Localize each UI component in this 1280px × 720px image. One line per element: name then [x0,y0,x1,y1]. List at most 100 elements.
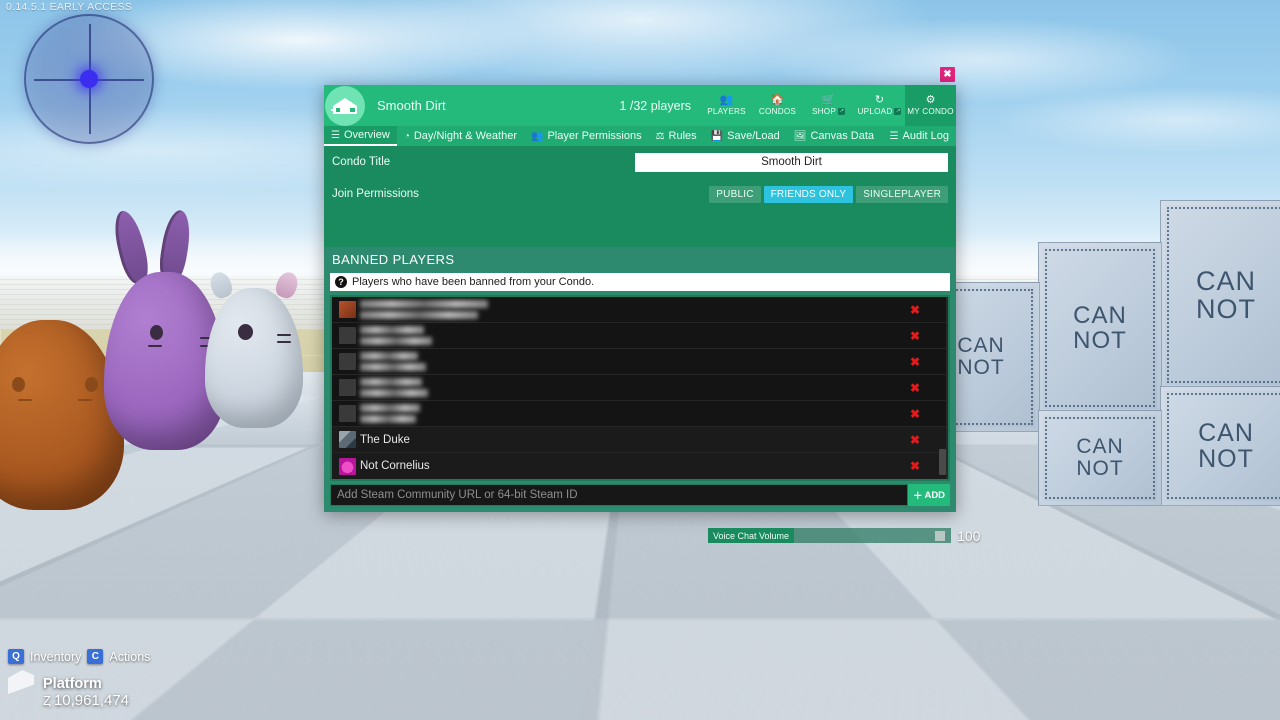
actions-label[interactable]: Actions [109,650,150,664]
avatar [339,379,356,396]
table-row[interactable]: ✖ [332,323,948,349]
delete-ban-button[interactable]: ✖ [910,304,920,316]
tab-player-permissions[interactable]: 👥 Player Permissions [524,126,649,146]
condo-title-input[interactable] [635,152,948,172]
voice-chat-volume-slider[interactable] [794,528,952,543]
block-line-2: NOT [957,356,1005,379]
table-row[interactable]: Not Cornelius ✖ [332,453,948,479]
nav-shop-label: SHOP ↗ [811,107,845,116]
list-scroll-track[interactable] [946,297,948,479]
voice-chat-volume-value: 100 [957,527,981,544]
inventory-label[interactable]: Inventory [30,650,81,664]
nav-my-condo-label: MY CONDO [907,107,954,116]
block-line-2: NOT [1073,327,1127,354]
redacted-name [360,378,428,397]
cannot-block: CAN NOT [1160,386,1280,506]
join-permission-friends-only[interactable]: FRIENDS ONLY [763,185,854,203]
redacted-name [360,326,432,345]
delete-ban-button[interactable]: ✖ [910,382,920,394]
actions-keycap[interactable]: C [87,649,104,664]
block-line-1: CAN [957,333,1005,357]
join-permissions-group: PUBLIC FRIENDS ONLY SINGLEPLAYER [709,185,948,203]
tab-overview[interactable]: ☰ Overview [324,126,397,146]
table-row[interactable]: The Duke ✖ [332,427,948,453]
tab-rules[interactable]: ⚖ Rules [649,126,704,146]
tab-save-load[interactable]: 💾 Save/Load [704,126,787,146]
tab-save-load-label: Save/Load [727,130,780,142]
nav-shop[interactable]: 🛒 SHOP ↗ [803,85,854,126]
condo-title-label: Condo Title [332,156,391,168]
redacted-name [360,352,426,371]
plus-icon: ＋ [912,491,923,502]
gear-icon: ⚙ [925,94,936,106]
tab-canvas-data[interactable]: 🖼 Canvas Data [787,126,881,146]
add-ban-button[interactable]: ＋ ADD [908,484,950,506]
join-permission-public[interactable]: PUBLIC [709,185,761,203]
nav-my-condo[interactable]: ⚙ MY CONDO [905,85,956,126]
delete-ban-button[interactable]: ✖ [910,408,920,420]
delete-ban-button[interactable]: ✖ [910,434,920,446]
tab-player-permissions-label: Player Permissions [547,130,642,142]
table-row[interactable]: ✖ [332,349,948,375]
tab-audit-log[interactable]: ☰ Audit Log [883,126,956,146]
tab-audit-log-label: Audit Log [902,130,949,142]
avatar [339,327,356,344]
tab-day-night-label: Day/Night & Weather [413,130,517,142]
price-value: 10,961,474 [53,691,130,709]
banned-help-text: Players who have been banned from your C… [352,276,595,288]
block-line-1: CAN [1198,418,1254,447]
banned-list-wrapper[interactable]: ✖ ✖ ✖ ✖ ✖ The Duke ✖ Not Cornelius ✖ [324,295,956,481]
version-label: 0.14.5.1 EARLY ACCESS [6,1,133,13]
banned-list: ✖ ✖ ✖ ✖ ✖ The Duke ✖ Not Cornelius ✖ [330,295,950,481]
add-ban-strip: ＋ ADD [324,481,956,512]
table-row[interactable]: ✖ [332,297,948,323]
banned-help-box: ? Players who have been banned from your… [330,273,950,291]
list-scrollbar-thumb[interactable] [939,449,946,475]
block-line-1: CAN [1073,301,1127,329]
list-icon: ☰ [889,130,899,142]
inventory-keycap[interactable]: Q [8,649,24,664]
delete-ban-button[interactable]: ✖ [910,330,920,342]
table-row[interactable]: ✖ [332,401,948,427]
close-icon[interactable]: ✖ [940,67,955,82]
block-line-2: NOT [1198,445,1254,473]
floppy-icon: 💾 [710,130,724,142]
nav-players[interactable]: 👥 PLAYERS [701,85,752,126]
list-icon: ☰ [331,129,340,141]
tab-overview-label: Overview [343,129,390,141]
condo-settings-panel: Smooth Dirt 1 /32 players 👥 PLAYERS 🏠 CO… [324,85,956,512]
block-line-1: CAN [1195,265,1256,296]
slider-thumb[interactable] [935,531,946,541]
cart-icon: 🛒 [821,94,836,106]
delete-ban-button[interactable]: ✖ [910,460,920,472]
scales-icon: ⚖ [655,130,665,142]
cannot-block: CAN NOT [1038,242,1162,414]
nav-upload[interactable]: ↻ UPLOAD ↗ [854,85,905,126]
banned-players-header: BANNED PLAYERS [324,247,956,273]
redacted-name [360,300,488,319]
tab-day-night-weather[interactable]: ◔ Day/Night & Weather [397,126,524,146]
avatar [339,301,356,318]
voice-chat-volume-label: Voice Chat Volume [708,528,795,543]
held-item-price: Ȥ 10,961,474 [43,692,129,709]
condo-title-row: Condo Title [324,146,956,178]
external-link-icon: ↗ [838,108,845,115]
upload-icon: ↻ [874,94,885,106]
banned-player-name: Not Cornelius [360,460,430,472]
avatar [339,457,356,475]
currency-icon: Ȥ [43,692,51,708]
question-icon: ? [335,276,347,288]
nav-condos[interactable]: 🏠 CONDOS [752,85,803,126]
avatar [339,353,356,370]
platform-item-icon [8,670,34,714]
delete-ban-button[interactable]: ✖ [910,356,920,368]
join-permission-singleplayer[interactable]: SINGLEPLAYER [856,185,948,203]
external-link-icon: ↗ [894,108,902,115]
add-ban-input[interactable] [330,484,908,506]
block-line-1: CAN [1076,434,1124,458]
banned-info-strip: ? Players who have been banned from your… [324,273,956,295]
table-row[interactable]: ✖ [332,375,948,401]
nav-condos-label: CONDOS [758,107,797,116]
plush-cat-white [205,269,303,428]
